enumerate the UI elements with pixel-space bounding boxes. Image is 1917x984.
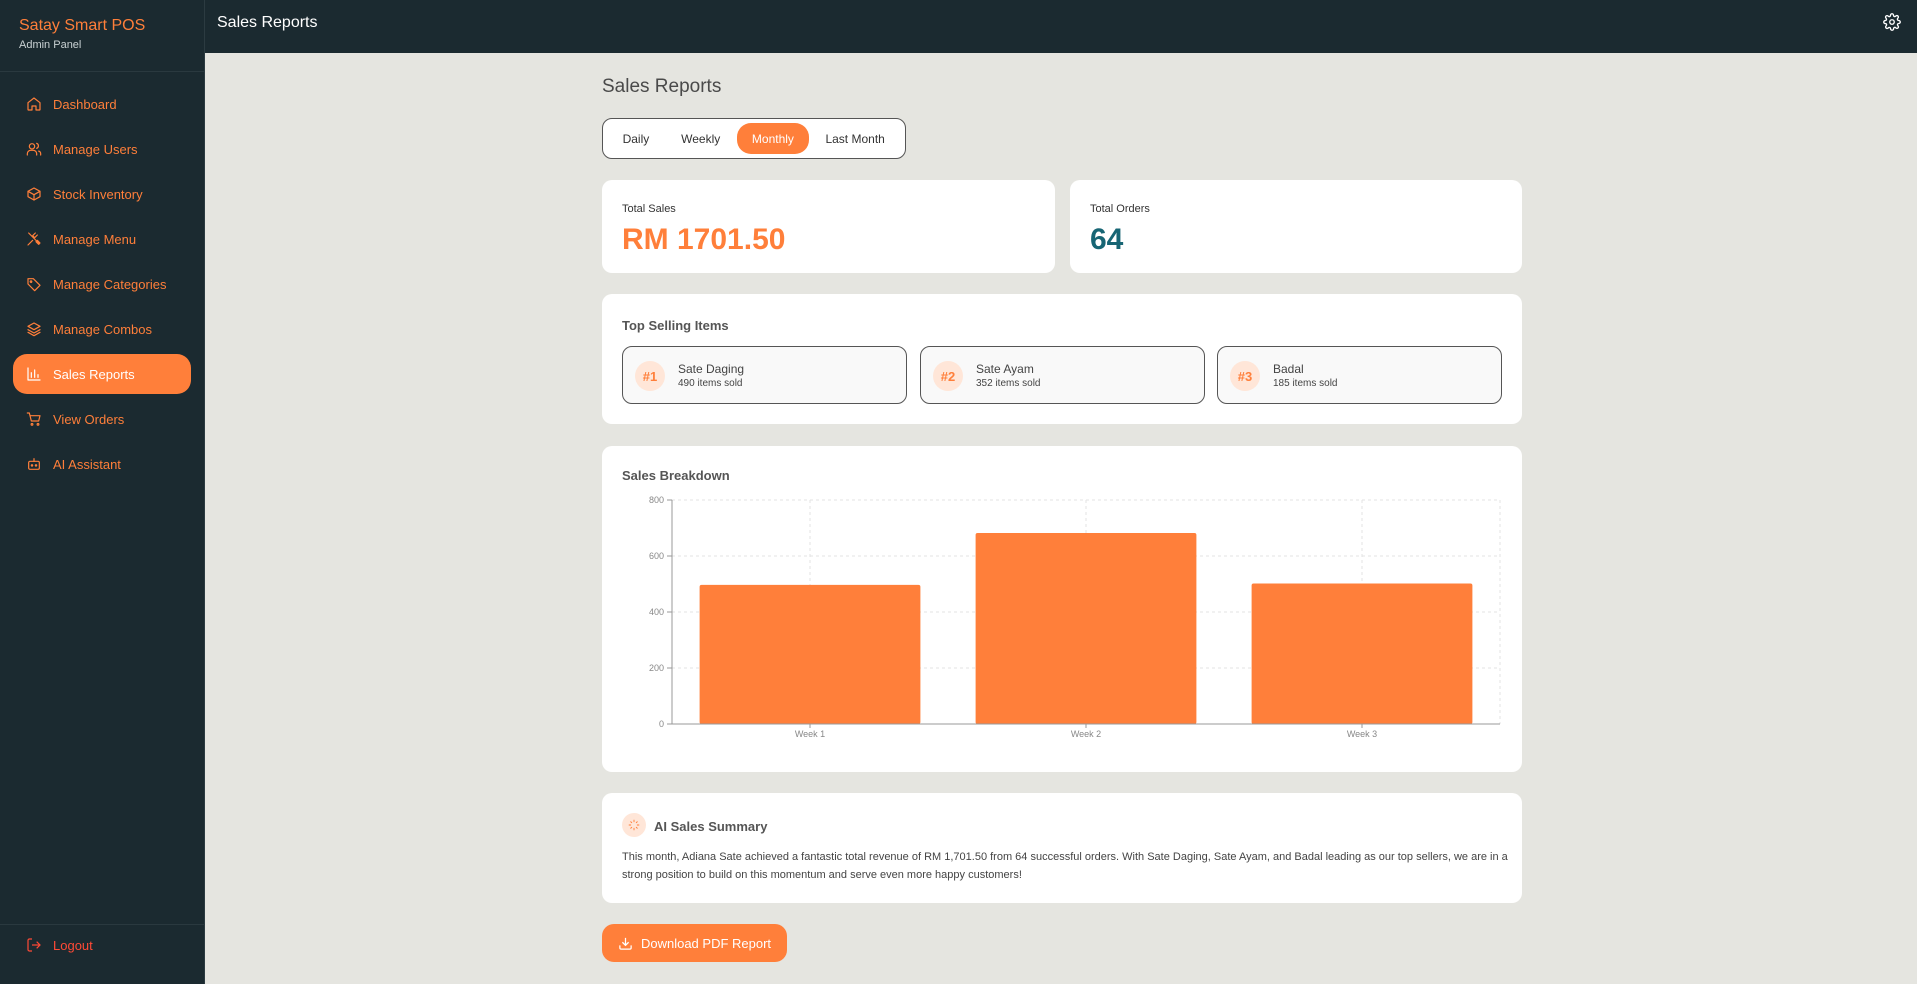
- brand-title: Satay Smart POS: [19, 17, 146, 34]
- sidebar-item-label: Stock Inventory: [53, 186, 143, 202]
- ai-summary-card: AI Sales Summary This month, Adiana Sate…: [602, 793, 1522, 903]
- chart-bar: [699, 584, 921, 724]
- brand-subtitle: Admin Panel: [19, 39, 82, 51]
- item-name: Badal: [1273, 362, 1304, 376]
- sales-bar-chart: 0 200 400 600 800 Week 1 Week 2 Week 3: [649, 495, 1501, 739]
- total-orders-label: Total Orders: [1090, 203, 1150, 215]
- sales-chart: 0 200 400 600 800 Week 1 Week 2 Week 3: [622, 495, 1502, 751]
- y-tick-label: 600: [649, 551, 664, 561]
- tab-weekly[interactable]: Weekly: [665, 123, 737, 154]
- ai-summary-text: This month, Adiana Sate achieved a fanta…: [622, 851, 1508, 881]
- top-item: #3 Badal 185 items sold: [1217, 346, 1502, 404]
- download-pdf-button[interactable]: Download PDF Report: [602, 924, 787, 962]
- sidebar-item-label: Sales Reports: [53, 366, 135, 382]
- cart-icon: [26, 411, 42, 427]
- tag-icon: [26, 276, 42, 292]
- item-name: Sate Ayam: [976, 362, 1034, 376]
- chart-bar: [975, 533, 1197, 724]
- y-tick-label: 400: [649, 607, 664, 617]
- period-tabs: Daily Weekly Monthly Last Month: [602, 118, 906, 159]
- divider: [0, 924, 205, 925]
- x-tick-label: Week 2: [1071, 729, 1101, 739]
- sidebar-item-label: Dashboard: [53, 96, 117, 112]
- sidebar-item-manage-categories[interactable]: Manage Categories: [13, 264, 191, 304]
- sidebar-item-manage-menu[interactable]: Manage Menu: [13, 219, 191, 259]
- sidebar-item-label: Manage Combos: [53, 321, 152, 337]
- home-icon: [26, 96, 42, 112]
- top-item: #2 Sate Ayam 352 items sold: [920, 346, 1205, 404]
- logout-icon: [27, 938, 41, 952]
- bar-chart-icon: [26, 366, 42, 382]
- total-orders-value: 64: [1090, 223, 1124, 256]
- topbar-title: Sales Reports: [217, 14, 318, 31]
- y-tick-label: 800: [649, 496, 664, 505]
- total-sales-label: Total Sales: [622, 203, 676, 215]
- sidebar-item-label: View Orders: [53, 411, 125, 427]
- top-selling-card: Top Selling Items #1 Sate Daging 490 ite…: [602, 294, 1522, 424]
- top-item: #1 Sate Daging 490 items sold: [622, 346, 907, 404]
- sidebar-item-manage-users[interactable]: Manage Users: [13, 129, 191, 169]
- y-tick-label: 0: [659, 719, 664, 729]
- item-sold-count: 490 items sold: [678, 378, 743, 389]
- utensils-icon: [26, 231, 42, 247]
- total-sales-card: Total Sales RM 1701.50: [602, 180, 1055, 273]
- total-sales-value: RM 1701.50: [622, 223, 786, 256]
- sidebar-item-ai-assistant[interactable]: AI Assistant: [13, 444, 191, 484]
- download-label: Download PDF Report: [640, 935, 772, 951]
- sidebar: Satay Smart POS Admin Panel Dashboard Ma…: [0, 0, 205, 984]
- sidebar-item-sales-reports[interactable]: Sales Reports: [13, 354, 191, 394]
- ai-summary-title: AI Sales Summary: [654, 819, 768, 834]
- sidebar-item-label: Manage Categories: [53, 276, 167, 292]
- sparkle-icon: [622, 813, 646, 837]
- sidebar-item-manage-combos[interactable]: Manage Combos: [13, 309, 191, 349]
- item-sold-count: 185 items sold: [1273, 378, 1338, 389]
- layers-icon: [26, 321, 42, 337]
- x-tick-label: Week 3: [1347, 729, 1377, 739]
- page-title: Sales Reports: [602, 76, 722, 97]
- download-icon: [619, 937, 632, 950]
- sidebar-item-view-orders[interactable]: View Orders: [13, 399, 191, 439]
- chart-bar: [1251, 583, 1473, 724]
- settings-button[interactable]: [1883, 13, 1901, 31]
- item-sold-count: 352 items sold: [976, 378, 1041, 389]
- y-tick-label: 200: [649, 663, 664, 673]
- tab-monthly[interactable]: Monthly: [736, 123, 810, 154]
- rank-badge: #2: [933, 361, 963, 391]
- total-orders-card: Total Orders 64: [1070, 180, 1522, 273]
- sidebar-item-stock-inventory[interactable]: Stock Inventory: [13, 174, 191, 214]
- tab-daily[interactable]: Daily: [607, 123, 665, 154]
- top-selling-title: Top Selling Items: [622, 318, 729, 333]
- bot-icon: [26, 456, 42, 472]
- logout-button[interactable]: Logout: [26, 937, 93, 953]
- sidebar-item-label: Manage Users: [53, 141, 138, 157]
- box-icon: [26, 186, 42, 202]
- topbar: Sales Reports: [205, 0, 1917, 53]
- gear-icon: [1883, 13, 1901, 31]
- sidebar-item-label: AI Assistant: [53, 456, 121, 472]
- sidebar-nav: Dashboard Manage Users Stock Inventory M…: [13, 84, 191, 489]
- item-name: Sate Daging: [678, 362, 745, 376]
- brand: Satay Smart POS Admin Panel: [0, 0, 204, 72]
- tab-last-month[interactable]: Last Month: [809, 123, 901, 154]
- rank-badge: #1: [635, 361, 665, 391]
- x-tick-label: Week 1: [795, 729, 825, 739]
- sales-breakdown-title: Sales Breakdown: [622, 468, 730, 483]
- logout-label: Logout: [53, 937, 93, 953]
- sales-breakdown-card: Sales Breakdown 0 200 400 600 800 Week 1 Week …: [602, 446, 1522, 772]
- rank-badge: #3: [1230, 361, 1260, 391]
- sidebar-item-label: Manage Menu: [53, 231, 137, 247]
- users-icon: [26, 141, 42, 157]
- sidebar-item-dashboard[interactable]: Dashboard: [13, 84, 191, 124]
